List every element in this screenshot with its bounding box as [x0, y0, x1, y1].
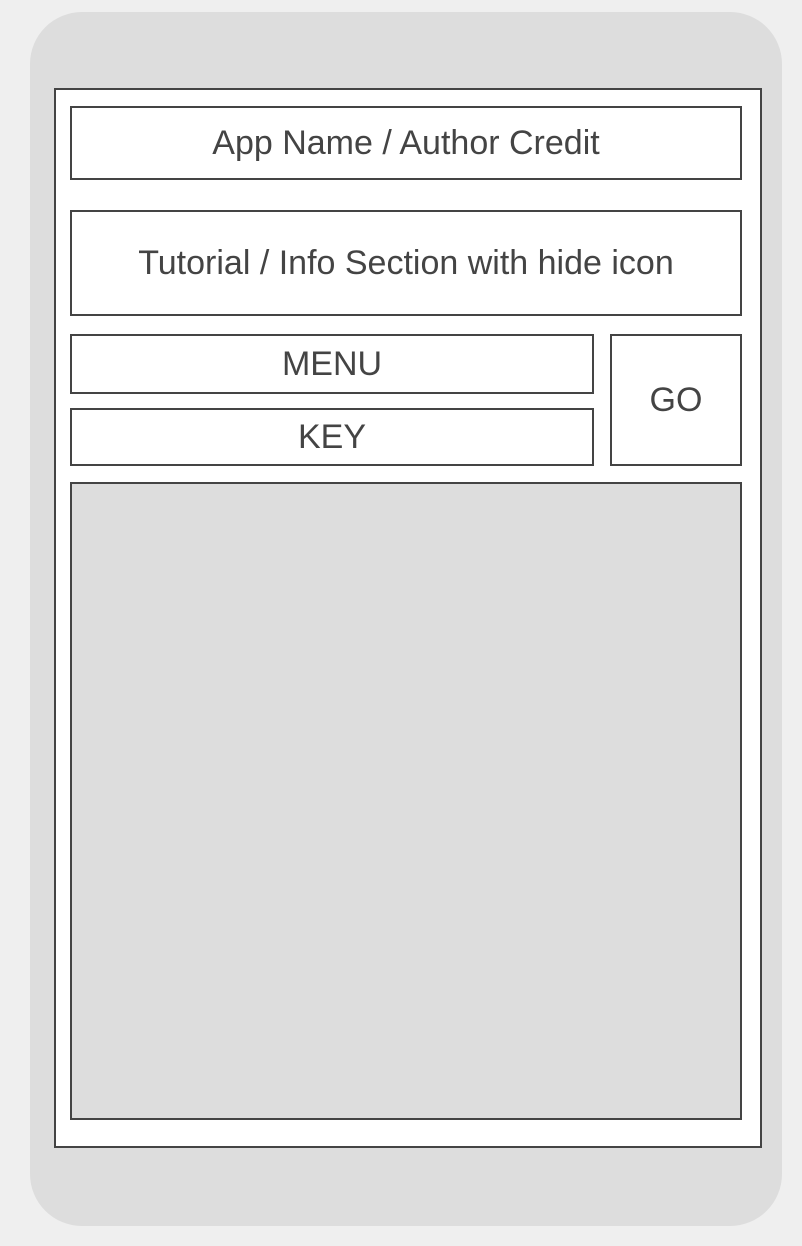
menu-button-label: MENU — [281, 344, 383, 383]
key-button-label: KEY — [297, 417, 367, 456]
menu-button[interactable]: MENU — [70, 334, 594, 394]
tutorial-info-text: Tutorial / Info Section with hide icon — [138, 243, 674, 282]
go-button[interactable]: GO — [610, 334, 742, 466]
app-title-bar: App Name / Author Credit — [70, 106, 742, 180]
tutorial-info-section[interactable]: Tutorial / Info Section with hide icon — [70, 210, 742, 316]
go-button-label: GO — [649, 380, 703, 419]
app-title: App Name / Author Credit — [212, 123, 600, 162]
main-content-area[interactable] — [70, 482, 742, 1120]
key-button[interactable]: KEY — [70, 408, 594, 466]
